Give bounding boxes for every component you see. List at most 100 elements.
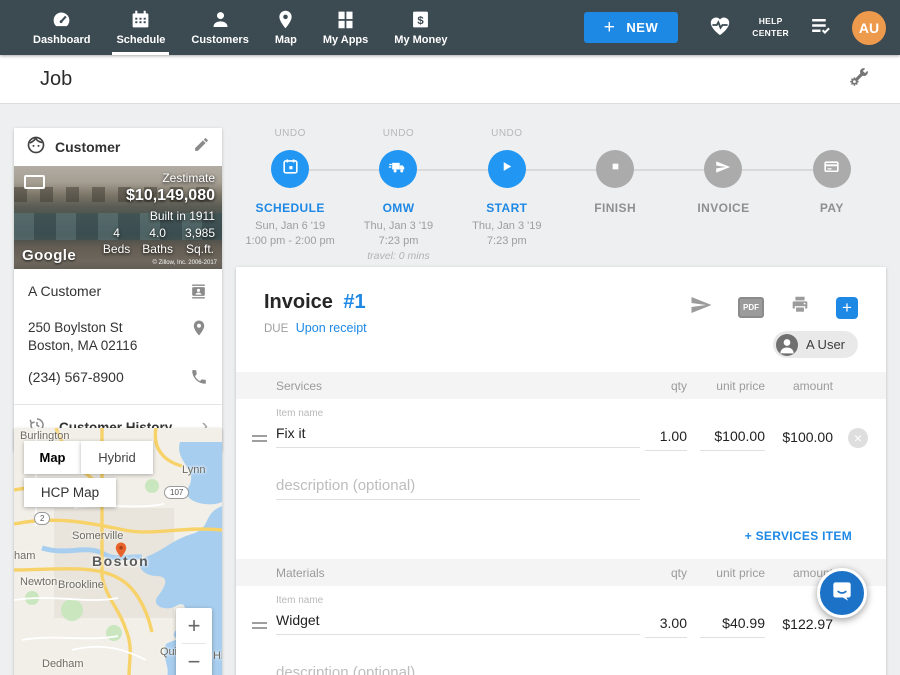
step-label: SCHEDULE [236,201,344,215]
undo-link[interactable]: UNDO [236,128,344,141]
timeline-step-omw: UNDO OMW Thu, Jan 3 '197:23 pmtravel: 0 … [344,128,452,264]
customer-card-header: Customer [14,128,222,166]
add-services-item-link[interactable]: + SERVICES ITEM [745,529,852,543]
nav-item-schedule[interactable]: Schedule [103,0,178,55]
map-type-map-button[interactable]: Map [24,441,81,474]
phone-icon[interactable] [190,368,208,391]
service-description-row [236,475,886,519]
contact-card-icon[interactable] [189,282,208,306]
material-description-input[interactable] [276,662,640,675]
hcp-map-button[interactable]: HCP Map [24,478,116,507]
zestimate-overlay: Zestimate $10,149,080 Built in 1911 4Bed… [103,171,215,257]
material-item-name-input[interactable] [276,610,640,635]
step-label: START [453,201,561,215]
invoice-card: Invoice #1 DUE Upon receipt PDF + A User [236,267,886,675]
timeline-step-start: UNDO START Thu, Jan 3 '197:23 pm [453,128,561,264]
nav-items: Dashboard Schedule Customers Map My Apps… [20,0,460,55]
plus-icon: + [604,18,616,37]
invoice-step-button[interactable] [704,150,742,188]
nav-item-my-apps[interactable]: My Apps [310,0,381,55]
start-step-button[interactable] [488,150,526,188]
timeline-step-invoice: INVOICE [669,128,777,264]
due-row: DUE Upon receipt [264,321,858,335]
new-button[interactable]: + NEW [584,12,678,43]
service-qty-input[interactable] [645,426,687,451]
avatar[interactable]: AU [852,11,886,45]
pay-step-button[interactable] [813,150,851,188]
remove-item-icon[interactable]: × [848,428,868,448]
dollar-icon: $ [410,9,431,30]
step-label: FINISH [561,201,669,215]
heart-pulse-icon[interactable] [707,12,733,43]
service-item-name-input[interactable] [276,423,640,448]
item-name-label: Item name [276,595,640,606]
nav-item-dashboard[interactable]: Dashboard [20,0,103,55]
invoice-title: Invoice [264,291,333,313]
material-unit-price-input[interactable] [700,613,765,638]
chat-icon [829,578,855,609]
invoice-number[interactable]: #1 [343,291,365,313]
grid-icon [335,9,356,30]
stop-icon [607,158,624,180]
drag-handle[interactable] [252,435,267,445]
play-icon [497,157,516,181]
add-invoice-button[interactable]: + [836,297,858,319]
nav-label: My Apps [323,34,368,46]
calendar-icon [281,157,300,181]
top-navbar: Dashboard Schedule Customers Map My Apps… [0,0,900,55]
route-2-shield: 2 [34,512,50,525]
job-settings-wrench-gear-icon[interactable] [848,66,870,93]
location-pin-icon[interactable] [190,319,208,342]
omw-step-button[interactable] [379,150,417,188]
schedule-step-button[interactable] [271,150,309,188]
due-terms-link[interactable]: Upon receipt [296,321,367,335]
step-dates: Sun, Jan 6 '191:00 pm - 2:00 pm [236,219,344,249]
map-type-control: Map Hybrid [24,441,153,474]
job-location-pin[interactable] [112,538,130,567]
undo-link[interactable]: UNDO [453,128,561,141]
pencil-edit-icon[interactable] [193,136,210,158]
calendar-icon [130,9,151,30]
nav-label: My Money [394,34,447,46]
material-qty-input[interactable] [645,613,687,638]
nav-item-customers[interactable]: Customers [178,0,261,55]
send-invoice-icon[interactable] [689,293,713,322]
timeline-step-pay: PAY [778,128,886,264]
assignee-pill[interactable]: A User [773,331,858,358]
service-line-item: Item name $100.00 × [236,399,886,475]
map-label-lynn: Lynn [182,464,205,476]
customer-phone-row: (234) 567-8900 [28,368,208,391]
zillow-attribution: © Zillow, Inc. 2006-2017 [153,260,217,266]
zoom-in-button[interactable]: + [176,608,212,643]
nav-item-my-money[interactable]: $ My Money [381,0,460,55]
stat-baths: 4.0Baths [142,226,173,257]
help-center-button[interactable]: HELP CENTER [752,16,789,39]
pdf-icon[interactable]: PDF [738,297,764,318]
map-type-hybrid-button[interactable]: Hybrid [81,441,153,474]
step-label: PAY [778,201,886,215]
map-widget[interactable]: Burlington Lynn 107 93 2 Somerville ham … [14,428,222,675]
finish-step-button[interactable] [596,150,634,188]
nav-item-map[interactable]: Map [262,0,310,55]
timeline-step-schedule: UNDO SCHEDULE Sun, Jan 6 '191:00 pm - 2:… [236,128,344,264]
invoice-header: Invoice #1 DUE Upon receipt PDF + A User [236,267,886,372]
amount-column-header: amount [765,379,833,393]
undo-link[interactable]: UNDO [344,128,452,141]
service-unit-price-input[interactable] [700,426,765,451]
google-logo: Google [22,247,76,264]
activity-checklist-icon[interactable] [808,13,833,43]
undo-link [669,128,777,141]
property-photo[interactable]: Zestimate $10,149,080 Built in 1911 4Bed… [14,166,222,269]
face-icon [26,135,46,160]
chat-support-button[interactable] [817,568,867,618]
unit-price-column-header: unit price [687,379,765,393]
printer-icon[interactable] [789,294,811,321]
customer-phone: (234) 567-8900 [28,368,124,387]
new-button-label: NEW [626,20,658,35]
zoom-out-button[interactable]: − [176,644,212,675]
help-line1: HELP [752,16,789,27]
service-description-input[interactable] [276,475,640,500]
svg-text:$: $ [418,15,425,27]
drag-handle[interactable] [252,622,267,632]
person-icon [210,9,231,30]
